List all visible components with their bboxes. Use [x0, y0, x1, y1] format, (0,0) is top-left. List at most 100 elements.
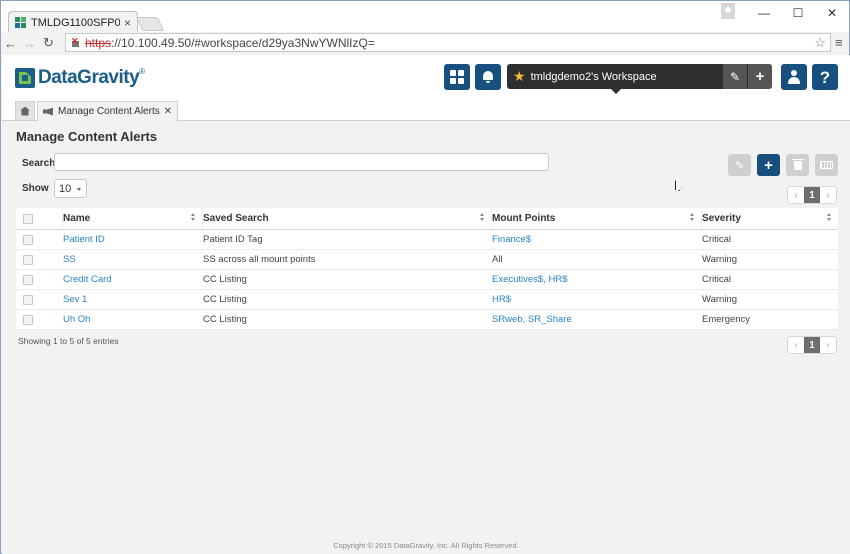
grid-icon: [450, 70, 464, 84]
sort-icon[interactable]: [191, 213, 196, 223]
mount-points-link[interactable]: HR$: [492, 290, 702, 309]
severity-cell: Warning: [702, 254, 738, 265]
next-page-button[interactable]: ›: [820, 187, 836, 203]
column-header-label: Name: [63, 213, 91, 224]
reload-icon[interactable]: ↻: [39, 35, 58, 51]
next-page-button[interactable]: ›: [820, 337, 836, 353]
severity-cell: Warning: [702, 294, 738, 305]
browser-tab[interactable]: TMLDG1100SFP02 - ×: [8, 11, 138, 33]
page-size-select[interactable]: 10: [54, 179, 87, 198]
favorite-star-icon[interactable]: ★: [513, 68, 526, 85]
mount-points-link[interactable]: Finance$: [492, 230, 702, 249]
select-all-checkbox[interactable]: [23, 213, 33, 224]
user-profile-button[interactable]: [781, 64, 807, 90]
column-header-mount-points[interactable]: Mount Points: [492, 208, 702, 229]
alert-name-link[interactable]: Patient ID: [63, 230, 203, 249]
home-icon: [20, 106, 30, 116]
workspace-selector[interactable]: ★ tmldgdemo2's Workspace ✎ +: [507, 64, 772, 94]
mount-points-cell: All: [492, 254, 503, 265]
row-checkbox[interactable]: [23, 314, 33, 325]
row-checkbox-cell: [16, 250, 63, 269]
alert-name-link[interactable]: SS: [63, 250, 203, 269]
select-all-cell: [16, 208, 63, 229]
help-icon: ?: [819, 67, 831, 87]
close-tab-icon[interactable]: ×: [124, 16, 131, 30]
page-1-button[interactable]: 1: [804, 187, 820, 203]
star-icon[interactable]: ☆: [814, 35, 826, 51]
sort-icon[interactable]: [827, 213, 832, 223]
tab-manage-content-alerts[interactable]: Manage Content Alerts ✕: [37, 101, 178, 121]
tab-label: Manage Content Alerts: [58, 106, 160, 117]
sort-icon[interactable]: [480, 213, 485, 223]
table-row[interactable]: Credit Card CC Listing Executives$, HR$ …: [16, 270, 838, 290]
delete-alert-button[interactable]: [786, 154, 809, 176]
page-1-button[interactable]: 1: [804, 337, 820, 353]
app-header: DataGravity® ★ tmldgdemo2's Workspace ✎ …: [2, 55, 850, 101]
column-header-severity[interactable]: Severity: [702, 208, 838, 229]
row-checkbox[interactable]: [23, 234, 33, 245]
browser-window: TMLDG1100SFP02 - × — ☐ ✕ ← → ↻ https ://…: [0, 0, 850, 554]
table-row[interactable]: Patient ID Patient ID Tag Finance$ Criti…: [16, 230, 838, 250]
workspace-name: tmldgdemo2's Workspace: [530, 70, 657, 83]
keyboard-icon: [820, 161, 833, 169]
alert-name-link[interactable]: Uh Oh: [63, 310, 203, 329]
mount-points-link[interactable]: Executives$, HR$: [492, 270, 702, 289]
table-header-row: Name Saved Search Mount Points Severity: [16, 208, 838, 230]
address-bar[interactable]: https ://10.100.49.50/#workspace/d29ya3N…: [65, 33, 831, 52]
saved-search-cell: SS across all mount points: [203, 254, 316, 265]
edit-workspace-button[interactable]: ✎: [722, 64, 747, 89]
notifications-button[interactable]: [475, 64, 501, 90]
pagination-top: ‹ 1 ›: [787, 186, 837, 204]
close-window-button[interactable]: ✕: [815, 1, 849, 25]
browser-titlebar: TMLDG1100SFP02 - × — ☐ ✕: [1, 1, 849, 33]
close-icon[interactable]: ✕: [164, 106, 172, 117]
apps-grid-button[interactable]: [444, 64, 470, 90]
back-arrow-icon[interactable]: ←: [1, 36, 20, 51]
help-button[interactable]: ?: [812, 64, 838, 90]
add-workspace-button[interactable]: +: [747, 64, 772, 89]
datagravity-logo[interactable]: DataGravity®: [15, 67, 145, 89]
chevron-down-icon: [77, 188, 81, 191]
table-row[interactable]: SS SS across all mount points All Warnin…: [16, 250, 838, 270]
row-checkbox[interactable]: [23, 294, 33, 305]
minimize-button[interactable]: —: [747, 1, 781, 25]
row-checkbox[interactable]: [23, 254, 33, 265]
severity-cell: Emergency: [702, 314, 751, 325]
row-checkbox-cell: [16, 270, 63, 289]
mount-points-link[interactable]: SRweb, SR_Share: [492, 310, 702, 329]
saved-search-cell: CC Listing: [203, 294, 247, 305]
pagination-bottom: ‹ 1 ›: [787, 336, 837, 354]
row-checkbox[interactable]: [23, 274, 33, 285]
row-checkbox-cell: [16, 230, 63, 249]
forward-arrow-icon[interactable]: →: [20, 36, 39, 51]
mouse-cursor-icon: [675, 180, 682, 191]
table-row[interactable]: Sev 1 CC Listing HR$ Warning: [16, 290, 838, 310]
trash-icon: [791, 158, 804, 170]
profile-icon[interactable]: [721, 3, 735, 19]
insecure-lock-icon[interactable]: [70, 36, 81, 48]
home-tab[interactable]: [15, 101, 35, 120]
page-title: Manage Content Alerts: [16, 129, 158, 144]
prev-page-button[interactable]: ‹: [788, 337, 804, 353]
maximize-button[interactable]: ☐: [781, 1, 815, 25]
search-label: Search: [22, 158, 56, 169]
column-header-saved-search[interactable]: Saved Search: [203, 208, 492, 229]
logo-mark-icon: [15, 68, 35, 88]
new-tab-button[interactable]: [135, 17, 165, 31]
saved-search-cell: Patient ID Tag: [203, 234, 263, 245]
browser-tab-title: TMLDG1100SFP02 -: [31, 16, 120, 29]
alert-name-link[interactable]: Sev 1: [63, 290, 203, 309]
column-header-name[interactable]: Name: [63, 208, 203, 229]
keyboard-button[interactable]: [815, 154, 838, 176]
add-alert-button[interactable]: +: [757, 154, 780, 176]
search-input[interactable]: [54, 153, 549, 171]
edit-alert-button[interactable]: ✎: [728, 154, 751, 176]
prev-page-button[interactable]: ‹: [788, 187, 804, 203]
table-row[interactable]: Uh Oh CC Listing SRweb, SR_Share Emergen…: [16, 310, 838, 330]
column-header-label: Severity: [702, 213, 741, 224]
copyright-footer: Copyright © 2015 DataGravity, Inc. All R…: [333, 541, 519, 550]
alert-name-link[interactable]: Credit Card: [63, 270, 203, 289]
saved-search-cell: CC Listing: [203, 314, 247, 325]
sort-icon[interactable]: [690, 213, 695, 223]
hamburger-menu-icon[interactable]: ≡: [835, 35, 843, 50]
